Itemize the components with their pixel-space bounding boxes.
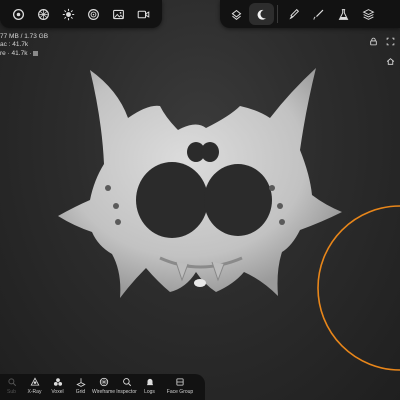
wireframe-label: Wireframe xyxy=(91,389,116,395)
grid-label: Grid xyxy=(75,389,86,395)
grid-button[interactable]: Grid xyxy=(69,374,92,400)
inspector-button[interactable]: Inspector xyxy=(115,374,138,400)
inspector-icon xyxy=(122,378,131,387)
face-group-icon xyxy=(176,378,184,386)
brush-radius-ring xyxy=(317,205,400,371)
voxel-icon xyxy=(53,378,62,386)
inspector-label: Inspector xyxy=(116,389,137,395)
wireframe-button[interactable]: Wireframe xyxy=(92,374,115,400)
logs-icon xyxy=(146,378,153,386)
subdivide-label: Sub xyxy=(7,389,16,395)
xray-icon xyxy=(30,377,39,386)
logs-button[interactable]: Logs xyxy=(138,374,161,400)
subdivide-icon xyxy=(7,378,16,387)
voxel-label: Voxel xyxy=(51,389,64,395)
logs-label: Logs xyxy=(144,389,155,395)
subdivide-button[interactable]: Sub xyxy=(0,374,23,400)
face-group-label: Face Group xyxy=(166,389,194,395)
face-group-button[interactable]: Face Group xyxy=(161,374,199,400)
xray-label: X-Ray xyxy=(27,389,42,395)
wireframe-icon xyxy=(99,377,108,387)
bottom-toolbar: Sub X-Ray Voxel Grid Wireframe Inspector… xyxy=(0,374,205,400)
grid-icon xyxy=(75,378,86,387)
voxel-button[interactable]: Voxel xyxy=(46,374,69,400)
xray-button[interactable]: X-Ray xyxy=(23,374,46,400)
